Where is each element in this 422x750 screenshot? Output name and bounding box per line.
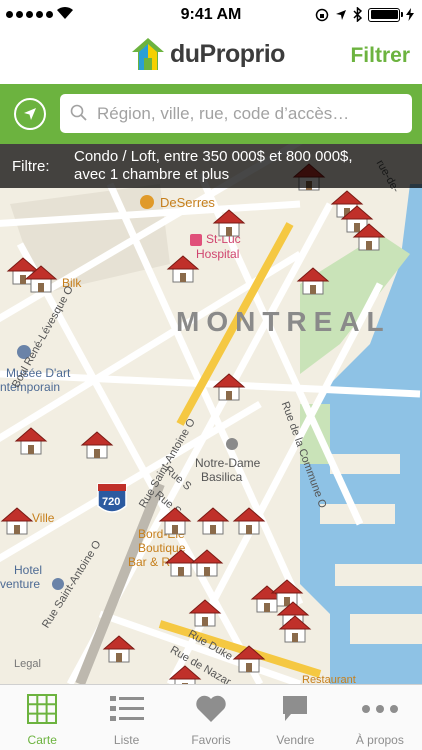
tab-label: Liste <box>113 733 140 747</box>
church-marker <box>226 438 238 450</box>
locate-me-button[interactable] <box>14 98 46 130</box>
logo-text: duProprio <box>170 39 285 68</box>
listing-house-marker[interactable] <box>352 222 386 252</box>
poi-notre-dame-line1[interactable]: Notre-Dame <box>195 456 260 470</box>
pier <box>330 454 400 474</box>
store-marker <box>140 195 154 209</box>
listing-house-marker[interactable] <box>80 430 114 460</box>
tab-label: Favoris <box>191 733 231 747</box>
listing-house-marker[interactable] <box>102 634 136 664</box>
bluetooth-icon <box>353 7 362 22</box>
duproprio-logo: duProprio <box>130 36 285 72</box>
tab-label: Vendre <box>276 733 315 747</box>
listing-house-marker[interactable] <box>212 372 246 402</box>
listing-house-marker[interactable] <box>14 426 48 456</box>
listing-house-marker[interactable] <box>278 614 312 644</box>
listing-house-marker[interactable] <box>24 264 58 294</box>
city-label: MONTREAL <box>176 306 391 337</box>
location-arrow-icon <box>336 9 346 20</box>
more-dots-icon <box>361 705 398 713</box>
search-placeholder: Région, ville, rue, code d’accès… <box>97 104 350 123</box>
battery-icon <box>368 7 403 22</box>
search-input[interactable]: Région, ville, rue, code d’accès… <box>60 94 412 133</box>
tab-label: À propos <box>355 733 404 747</box>
filter-summary-line1: Condo / Loft, entre 350 000$ et 800 000$… <box>74 148 353 165</box>
poi-hotel-line1[interactable]: Hotel <box>14 563 42 577</box>
poi-deserres[interactable]: DeSerres <box>160 195 215 210</box>
listing-house-marker[interactable] <box>158 506 192 536</box>
listing-house-marker[interactable] <box>0 506 34 536</box>
tab-label: Carte <box>27 733 57 747</box>
search-bar: Région, ville, rue, code d’accès… <box>0 84 422 144</box>
poi-restaurant[interactable]: Restaurant <box>302 674 356 684</box>
listing-house-marker[interactable] <box>296 266 330 296</box>
app-header: duProprio Filtrer <box>0 30 422 84</box>
highway-number: 720 <box>102 496 121 508</box>
list-icon <box>109 696 144 721</box>
filter-summary: Condo / Loft, entre 350 000$ et 800 000$… <box>74 148 414 184</box>
house-logo-icon <box>132 38 164 70</box>
tab-a-propos[interactable]: À propos <box>338 685 422 750</box>
map-view[interactable]: DeSerres St-Luc Hospital Bilk MONTREAL M… <box>0 144 422 684</box>
filter-button[interactable]: Filtrer <box>350 44 410 68</box>
listing-house-marker[interactable] <box>232 506 266 536</box>
listing-house-marker[interactable] <box>188 598 222 628</box>
listing-house-marker[interactable] <box>166 254 200 284</box>
map-legal-link[interactable]: Legal <box>14 658 41 670</box>
tab-bar: Carte Liste Favoris Vendre À propos <box>0 684 422 750</box>
pier <box>335 564 422 586</box>
search-icon <box>70 104 87 121</box>
grid-icon <box>27 694 58 724</box>
poi-hospital-line2[interactable]: Hospital <box>196 247 239 261</box>
charging-bolt-icon <box>406 8 414 21</box>
listing-house-marker[interactable] <box>212 208 246 238</box>
listing-house-marker[interactable] <box>168 664 202 684</box>
tab-vendre[interactable]: Vendre <box>253 685 337 750</box>
navigation-arrow-icon <box>24 108 36 120</box>
listing-house-marker[interactable] <box>232 644 266 674</box>
filter-label: Filtre: <box>12 158 50 175</box>
tab-favoris[interactable]: Favoris <box>169 685 253 750</box>
listing-house-marker[interactable] <box>190 548 224 578</box>
poi-hotel-line2[interactable]: venture <box>0 577 40 591</box>
active-filter-banner[interactable]: Filtre: Condo / Loft, entre 350 000$ et … <box>0 144 422 188</box>
heart-icon <box>196 695 226 722</box>
tab-carte[interactable]: Carte <box>0 685 84 750</box>
filter-summary-line2: avec 1 chambre et plus <box>74 166 230 183</box>
hospital-marker <box>190 234 202 246</box>
tab-liste[interactable]: Liste <box>84 685 168 750</box>
poi-notre-dame-line2[interactable]: Basilica <box>201 470 242 484</box>
poi-musee-line2[interactable]: ntemporain <box>0 380 60 394</box>
status-bar: 9:41 AM <box>0 0 422 30</box>
listing-house-marker[interactable] <box>196 506 230 536</box>
rotation-lock-icon <box>315 8 329 21</box>
pier <box>350 614 422 644</box>
speech-bubble-icon <box>283 696 308 721</box>
